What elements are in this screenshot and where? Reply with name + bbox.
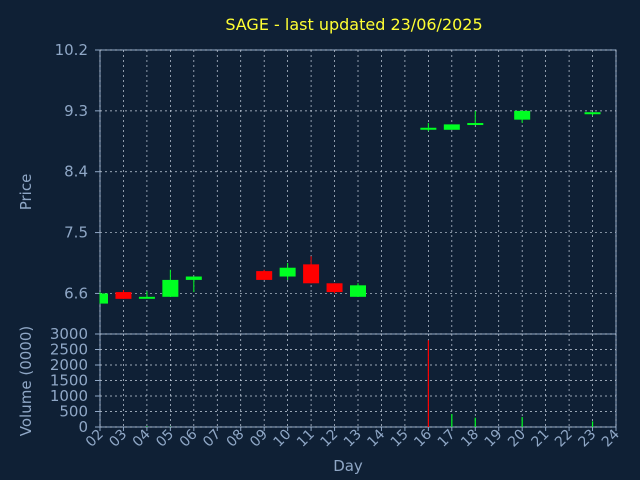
candle bbox=[115, 290, 132, 299]
x-tick-label: 24 bbox=[599, 426, 623, 450]
x-tick-label: 03 bbox=[106, 427, 130, 451]
price-tick-label: 6.6 bbox=[64, 284, 88, 302]
candle bbox=[279, 263, 296, 280]
price-tick-label: 7.5 bbox=[64, 224, 88, 242]
x-tick-label: 23 bbox=[575, 427, 599, 451]
x-tick-label: 21 bbox=[529, 427, 553, 451]
price-axis-label: Price bbox=[17, 174, 35, 211]
candle-body bbox=[100, 293, 108, 304]
x-tick-label: 20 bbox=[505, 427, 529, 451]
x-tick-label: 10 bbox=[271, 427, 295, 451]
candle-body bbox=[256, 271, 273, 280]
x-tick-label: 09 bbox=[247, 427, 271, 451]
candle bbox=[256, 269, 273, 280]
candle-body bbox=[443, 124, 460, 130]
x-tick-label: 05 bbox=[153, 427, 177, 451]
chart-title: SAGE - last updated 23/06/2025 bbox=[225, 15, 482, 34]
candle-body bbox=[350, 285, 366, 297]
volume-grid bbox=[99, 333, 617, 428]
candle bbox=[467, 110, 484, 126]
price-tick-label: 9.3 bbox=[64, 102, 88, 120]
x-tick-label: 12 bbox=[317, 427, 341, 451]
candle bbox=[514, 110, 531, 124]
candle-body bbox=[326, 283, 343, 293]
candle bbox=[99, 292, 108, 304]
candle-body bbox=[115, 292, 132, 299]
x-tick-label: 06 bbox=[177, 426, 201, 450]
candle-body bbox=[514, 110, 531, 120]
stock-chart: SAGE - last updated 23/06/2025 10.2 9.3 8.… bbox=[17, 15, 623, 475]
candle-body bbox=[279, 267, 296, 277]
x-tick-label: 17 bbox=[435, 427, 459, 451]
x-tick-label: 18 bbox=[458, 427, 482, 451]
x-tick-label: 04 bbox=[130, 426, 154, 450]
x-axis-label: Day bbox=[333, 457, 363, 475]
candle bbox=[350, 283, 366, 297]
candle bbox=[326, 283, 343, 294]
candle bbox=[162, 269, 179, 297]
candle bbox=[303, 256, 320, 284]
candle-body bbox=[185, 276, 202, 280]
x-tick-label: 19 bbox=[482, 427, 506, 451]
candle bbox=[138, 291, 155, 299]
price-y-ticks: 10.2 9.3 8.4 7.5 6.6 bbox=[55, 41, 100, 302]
x-tick-label: 07 bbox=[200, 427, 224, 451]
candle-body bbox=[138, 296, 155, 299]
candle bbox=[443, 124, 460, 130]
candle-body bbox=[162, 279, 179, 297]
x-tick-label: 08 bbox=[224, 427, 248, 451]
candle bbox=[185, 276, 202, 293]
x-tick-label: 11 bbox=[294, 427, 318, 451]
x-axis-ticks: 02 03 04 05 06 07 08 09 10 11 12 13 14 15 16 17 18 19 20 21… bbox=[83, 426, 623, 450]
candle bbox=[420, 123, 437, 132]
volume-tick-label: 0 bbox=[78, 418, 88, 436]
price-tick-label: 10.2 bbox=[55, 41, 88, 59]
price-tick-label: 8.4 bbox=[64, 163, 88, 181]
candle-body bbox=[420, 127, 437, 130]
candle bbox=[584, 112, 601, 116]
x-tick-label: 16 bbox=[411, 426, 435, 450]
x-tick-label: 14 bbox=[364, 426, 388, 450]
x-tick-label: 15 bbox=[388, 427, 412, 451]
volume-axis-label: Volume (0000) bbox=[17, 326, 35, 436]
candle-body bbox=[303, 264, 320, 284]
volume-panel: 300025002000150010005000 Volume (0000) bbox=[17, 325, 617, 436]
x-tick-label: 13 bbox=[341, 427, 365, 451]
volume-bars bbox=[146, 340, 594, 427]
volume-y-ticks: 300025002000150010005000 bbox=[50, 325, 100, 436]
candle-body bbox=[584, 112, 601, 115]
candle-body bbox=[467, 123, 484, 126]
x-tick-label: 22 bbox=[552, 427, 576, 451]
candles bbox=[99, 110, 601, 304]
price-panel: 10.2 9.3 8.4 7.5 6.6 Price bbox=[17, 41, 617, 335]
